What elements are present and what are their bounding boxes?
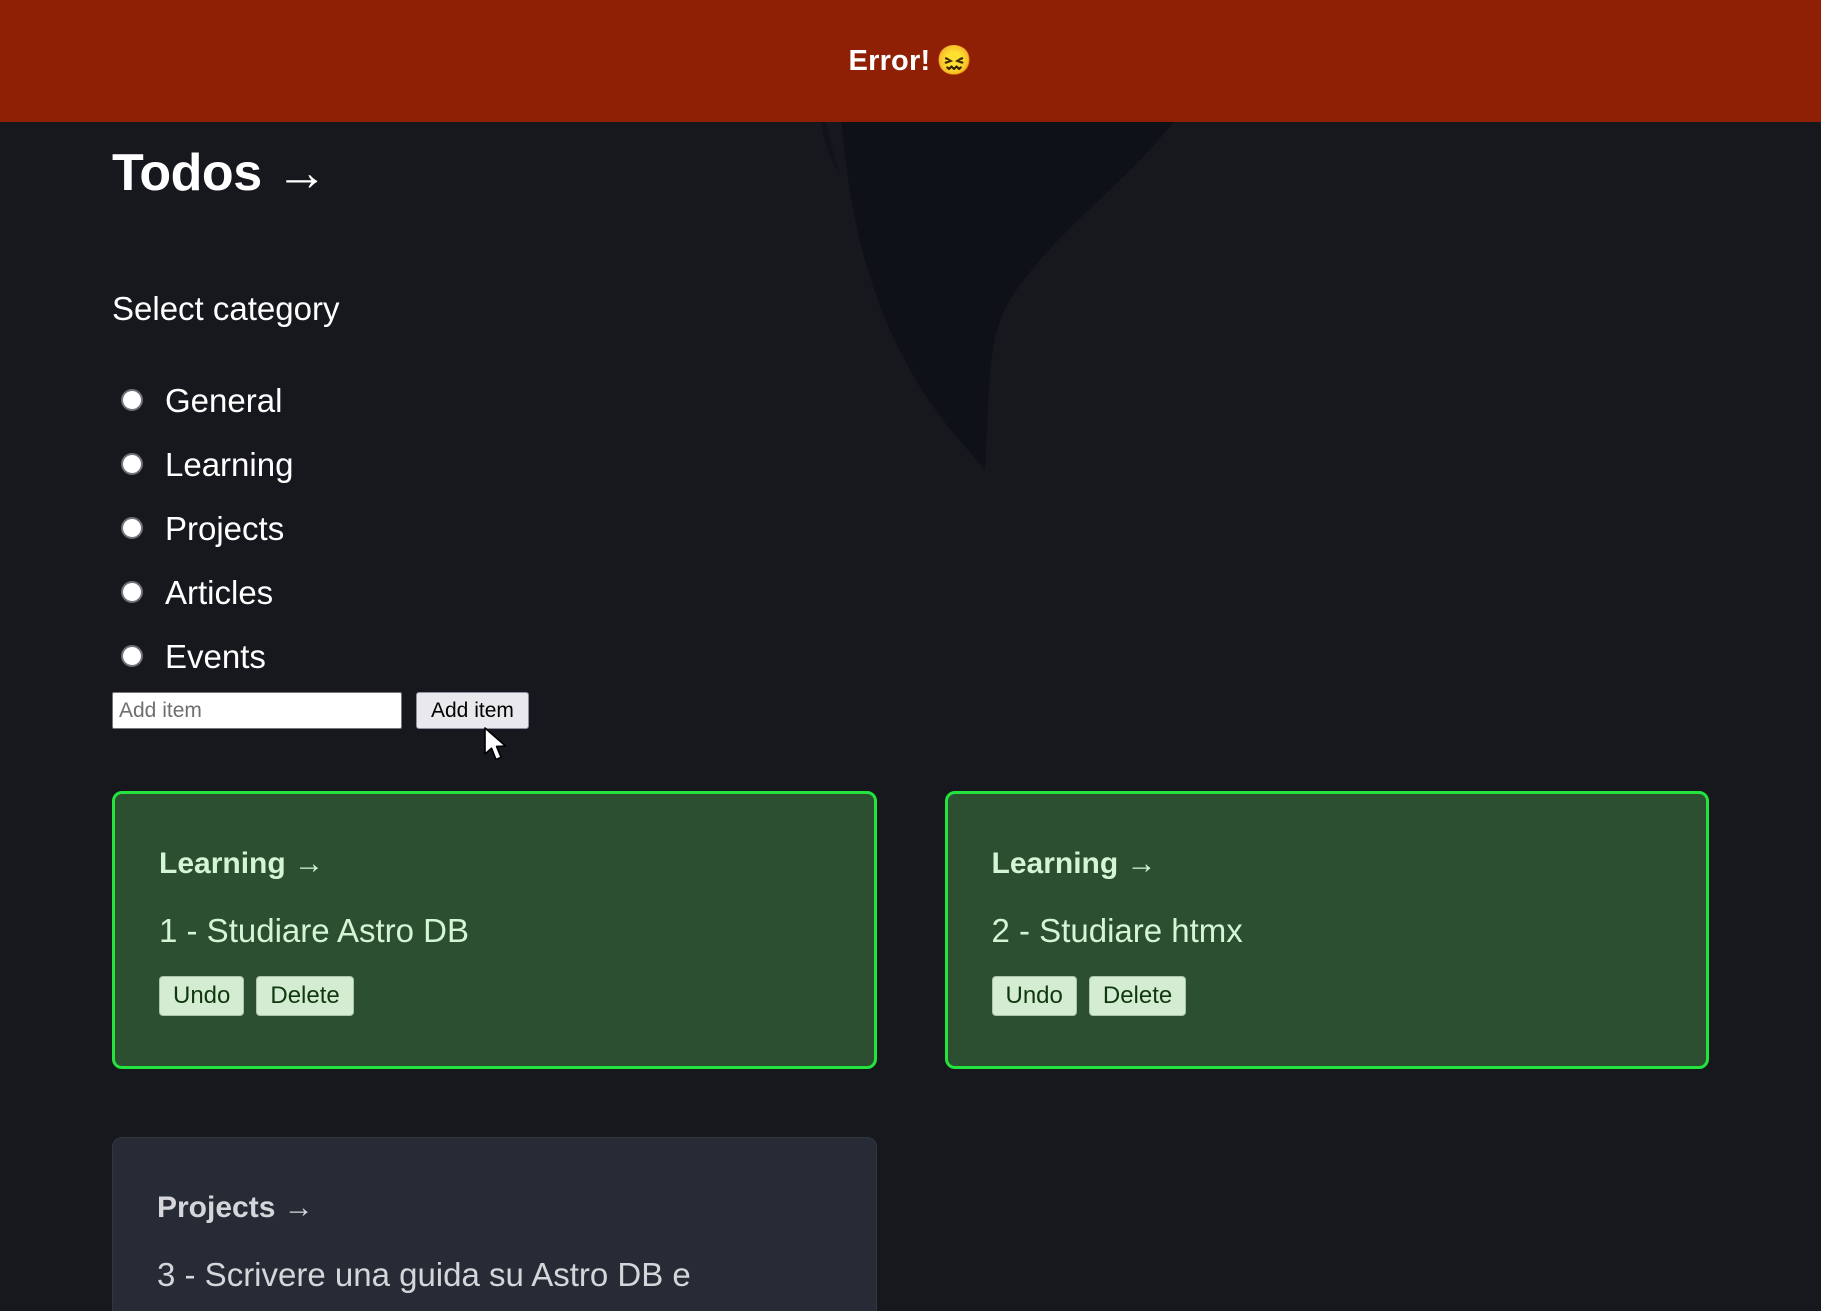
radio-icon-articles[interactable] (121, 581, 143, 604)
undo-button[interactable]: Undo (991, 975, 1077, 1017)
delete-button[interactable]: Delete (1088, 975, 1187, 1017)
category-label-general: General (165, 381, 283, 419)
todo-card-text: 3 - Scrivere una guida su Astro DB e (157, 1256, 691, 1294)
category-label-events: Events (165, 637, 266, 675)
todo-card-grid: Learning → 1 - Studiare Astro DB Undo De… (112, 791, 1709, 1311)
todo-card: Learning → 2 - Studiare htmx Undo Delete (944, 791, 1709, 1070)
category-radio-group: General Learning Projects Articles Event… (112, 368, 1709, 688)
error-banner: Error! 😖 (0, 0, 1821, 122)
todo-card: Projects → 3 - Scrivere una guida su Ast… (112, 1137, 877, 1311)
sidebar-item-articles[interactable]: Articles (112, 560, 1709, 624)
radio-icon-projects[interactable] (121, 517, 143, 540)
sidebar-item-projects[interactable]: Projects (112, 496, 1709, 560)
undo-button[interactable]: Undo (159, 975, 245, 1017)
confounded-face-icon: 😖 (936, 44, 973, 77)
todo-card-category: Learning → (159, 847, 325, 881)
category-label-articles: Articles (165, 573, 274, 611)
todo-card-category: Learning → (991, 847, 1157, 881)
add-item-input[interactable] (112, 692, 402, 730)
sidebar-item-general[interactable]: General (112, 368, 1709, 432)
delete-button[interactable]: Delete (256, 975, 354, 1017)
sidebar-item-events[interactable]: Events (112, 624, 1709, 688)
add-item-button[interactable]: Add item (416, 692, 529, 730)
page-title: Todos → (112, 144, 328, 202)
todo-card-text: 2 - Studiare htmx (991, 912, 1243, 950)
page-content: Todos → Select category General Learning… (0, 122, 1821, 1311)
todo-card-actions: Undo Delete (159, 975, 830, 1017)
radio-icon-general[interactable] (121, 389, 143, 412)
todo-card-text: 1 - Studiare Astro DB (159, 912, 469, 950)
sidebar-item-learning[interactable]: Learning (112, 432, 1709, 496)
add-item-form: Add item (112, 692, 1709, 730)
select-category-label: Select category (112, 289, 340, 327)
category-label-learning: Learning (165, 445, 294, 483)
error-banner-text: Error! (848, 44, 931, 77)
radio-icon-learning[interactable] (121, 453, 143, 476)
todo-card: Learning → 1 - Studiare Astro DB Undo De… (112, 791, 877, 1070)
category-label-projects: Projects (165, 509, 285, 547)
todo-card-actions: Undo Delete (991, 975, 1663, 1017)
radio-icon-events[interactable] (121, 645, 143, 668)
todo-card-category: Projects → (157, 1191, 314, 1225)
